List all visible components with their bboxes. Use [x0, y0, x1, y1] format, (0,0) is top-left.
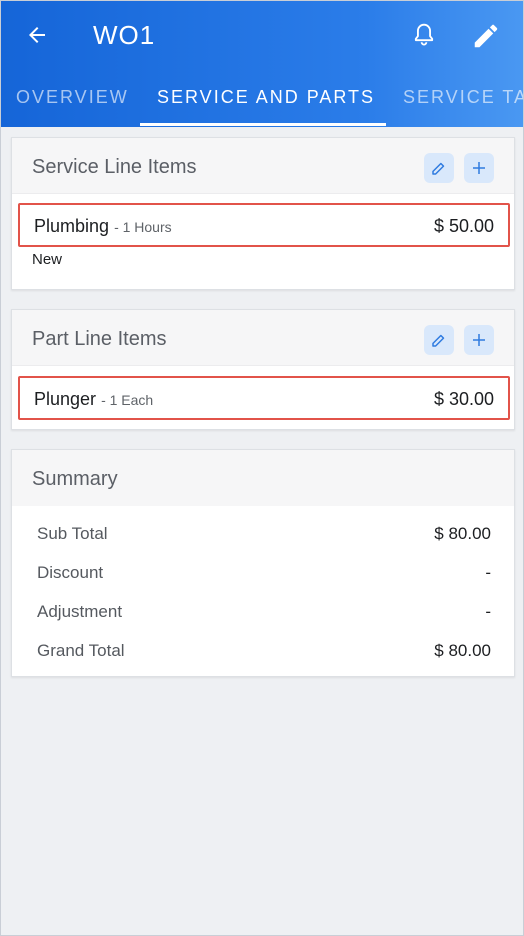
- service-line-items-card: Service Line Items Plumbing - 1 Hours $ …: [11, 137, 515, 290]
- part-item-name: Plunger: [34, 389, 97, 409]
- summary-title: Summary: [32, 468, 118, 490]
- part-line-items-card: Part Line Items Plunger - 1 Each $ 30.00: [11, 309, 515, 430]
- summary-card-header: Summary: [12, 450, 514, 506]
- tab-service-and-parts[interactable]: SERVICE AND PARTS: [157, 87, 375, 108]
- page-title: WO1: [93, 20, 156, 50]
- edit-button[interactable]: [471, 21, 501, 51]
- pencil-icon: [432, 334, 445, 347]
- service-item-name: Plumbing: [34, 216, 110, 236]
- service-section-title: Service Line Items: [32, 156, 197, 178]
- service-line-item[interactable]: Plumbing - 1 Hours $ 50.00: [18, 203, 510, 247]
- service-item-price: $ 50.00: [433, 216, 494, 236]
- grand-total-label: Grand Total: [37, 641, 125, 660]
- service-card-header: Service Line Items: [12, 138, 514, 194]
- service-item-name-group: Plumbing - 1 Hours: [34, 216, 172, 237]
- discount-label: Discount: [37, 563, 104, 582]
- subtotal-value: $ 80.00: [434, 524, 491, 543]
- tab-overview[interactable]: OVERVIEW: [16, 87, 129, 108]
- part-item-name-group: Plunger - 1 Each: [34, 389, 153, 410]
- discount-value: -: [485, 563, 491, 582]
- back-button[interactable]: [23, 21, 51, 49]
- add-service-item-button[interactable]: [464, 153, 494, 183]
- notifications-button[interactable]: [410, 21, 438, 49]
- plus-icon: [473, 334, 485, 346]
- add-part-item-button[interactable]: [464, 325, 494, 355]
- summary-row-discount: Discount -: [37, 563, 491, 583]
- subtotal-label: Sub Total: [37, 524, 108, 543]
- tab-service-tasks[interactable]: SERVICE TA: [403, 87, 523, 108]
- service-item-quantity: - 1 Hours: [114, 219, 172, 235]
- part-item-price: $ 30.00: [433, 389, 494, 409]
- tab-bar: OVERVIEW SERVICE AND PARTS SERVICE TA: [1, 83, 523, 127]
- summary-card: Summary Sub Total $ 80.00 Discount - Adj…: [11, 449, 515, 677]
- summary-row-adjustment: Adjustment -: [37, 602, 491, 622]
- app-bar: WO1 OVERVIEW SERVICE AND PARTS SERVICE T…: [1, 1, 523, 127]
- pencil-icon: [474, 24, 498, 48]
- pencil-icon: [432, 162, 445, 175]
- service-item-status: New: [32, 251, 63, 268]
- summary-row-subtotal: Sub Total $ 80.00: [37, 524, 491, 544]
- parts-card-header: Part Line Items: [12, 310, 514, 366]
- grand-total-value: $ 80.00: [434, 641, 491, 660]
- part-line-item[interactable]: Plunger - 1 Each $ 30.00: [18, 376, 510, 420]
- active-tab-indicator: [140, 123, 386, 126]
- adjustment-value: -: [485, 602, 491, 621]
- plus-icon: [473, 162, 485, 174]
- summary-row-grand-total: Grand Total $ 80.00: [37, 641, 491, 661]
- part-item-quantity: - 1 Each: [101, 392, 154, 408]
- edit-part-items-button[interactable]: [424, 325, 454, 355]
- arrow-left-icon: [29, 27, 45, 43]
- adjustment-label: Adjustment: [37, 602, 123, 621]
- parts-section-title: Part Line Items: [32, 328, 167, 350]
- bell-icon: [414, 23, 434, 46]
- edit-service-items-button[interactable]: [424, 153, 454, 183]
